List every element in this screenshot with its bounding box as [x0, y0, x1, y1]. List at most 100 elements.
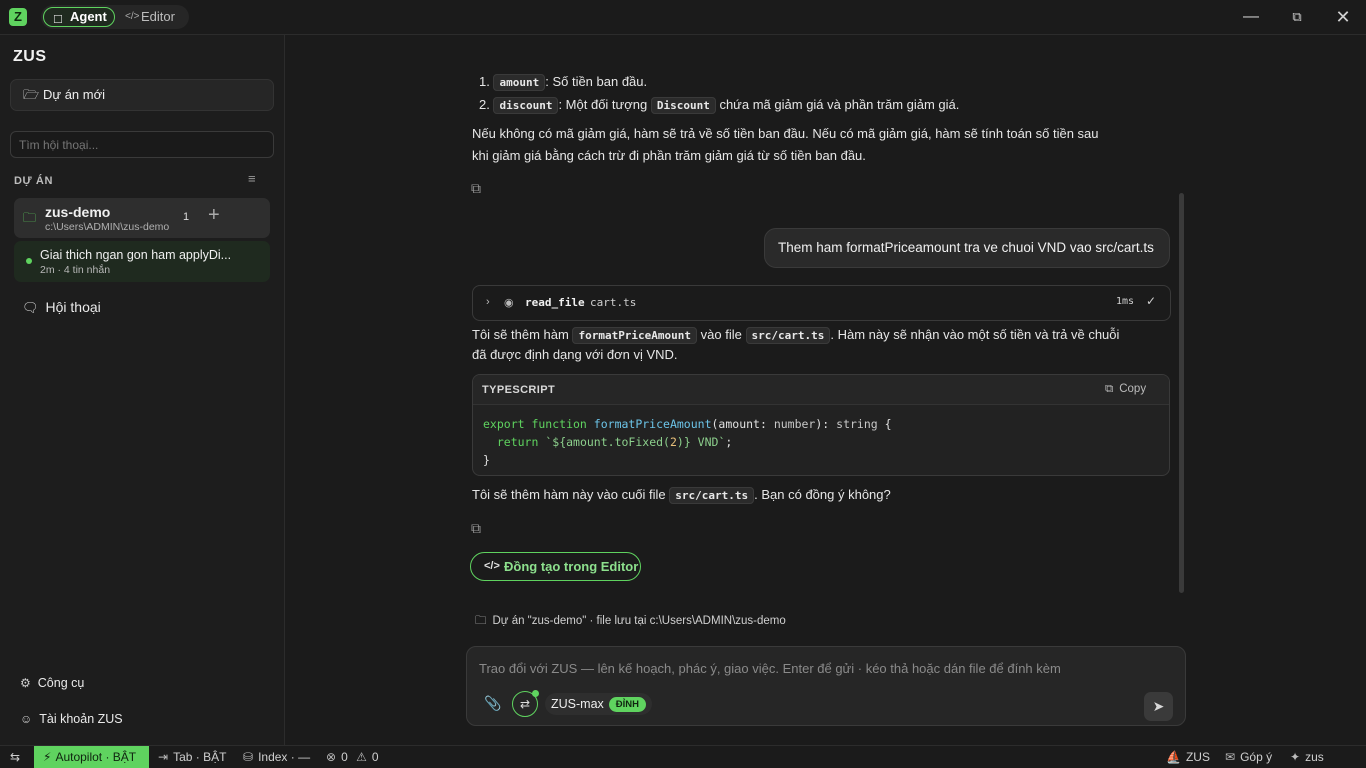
- mode-editor-label: Editor: [141, 9, 175, 24]
- code-block: TYPESCRIPT ⧉ Copy export function formatP…: [472, 374, 1170, 476]
- zus-status[interactable]: ⛵ ZUS: [1166, 746, 1210, 768]
- project-item[interactable]: 🗀 zus-demo c:\Users\ADMIN\zus-demo 1 +: [14, 198, 270, 238]
- inline-code: Discount: [650, 97, 716, 114]
- mode-agent-button[interactable]: ☐ Agent: [43, 7, 115, 27]
- project-path: c:\Users\ADMIN\zus-demo: [45, 221, 170, 233]
- sparkle-icon: ✦: [1290, 750, 1301, 764]
- code-copy-button[interactable]: ⧉ Copy: [1105, 383, 1146, 396]
- list-text: : Số tiền ban đầu.: [545, 74, 648, 89]
- project-info-text: Dự án "zus-demo" · file lưu tại c:\Users…: [492, 615, 786, 627]
- autopilot-toggle[interactable]: ⚡ Autopilot · BẬT: [34, 746, 149, 768]
- warning-count: 0: [371, 750, 379, 764]
- folder-icon: 🗀: [23, 210, 37, 225]
- list-text: chứa mã giảm giá và phần trăm giảm giá.: [719, 97, 960, 112]
- tool-call-row[interactable]: › ◉ read_file cart.ts 1ms ✓: [472, 285, 1171, 321]
- inline-code: src/cart.ts: [745, 327, 831, 344]
- mode-agent-label: Agent: [70, 9, 107, 24]
- account-link[interactable]: ☺ Tài khoản ZUS: [20, 712, 123, 726]
- inline-code: discount: [493, 97, 559, 114]
- conversation-item[interactable]: Giai thich ngan gon ham applyDi... 2m · …: [14, 241, 270, 282]
- tool-name: read_file: [525, 296, 585, 309]
- sort-icon[interactable]: ≡: [248, 171, 256, 186]
- inline-code: src/cart.ts: [669, 487, 755, 504]
- conversations-link[interactable]: 🗨 Hội thoại: [22, 299, 101, 316]
- zus-label: ZUS: [1185, 750, 1210, 764]
- text: vào file: [700, 327, 742, 342]
- copy-icon[interactable]: ⧉: [471, 520, 481, 537]
- text: . Hàm này sẽ nhận vào một số tiền và trả…: [830, 327, 1120, 342]
- code-block-header: TYPESCRIPT ⧉ Copy: [473, 375, 1169, 405]
- text: Tôi sẽ thêm hàm: [472, 327, 569, 342]
- model-badge: ĐỈNH: [608, 697, 647, 712]
- paperclip-icon[interactable]: 📎: [484, 695, 501, 712]
- minimize-icon: —: [1243, 8, 1259, 25]
- database-icon: ⛁: [243, 750, 254, 764]
- index-label: Index · —: [258, 750, 311, 764]
- inline-code: amount: [493, 74, 546, 91]
- project-name: zus-demo: [45, 204, 111, 220]
- conversation-search-input[interactable]: [10, 131, 274, 158]
- settings-sliders-button[interactable]: ⇄: [512, 690, 539, 717]
- remote-icon[interactable]: ⇆: [10, 746, 20, 768]
- tool-duration: 1ms: [1116, 296, 1135, 307]
- mode-editor-button[interactable]: </> Editor: [125, 7, 175, 27]
- error-icon: ⊗: [326, 750, 337, 764]
- user-icon: ☺: [20, 712, 33, 726]
- sidebar: ZUS 🗁 Dự án mới DỰ ÁN ≡ 🗀 zus-demo c:\Us…: [0, 35, 285, 745]
- feedback-button[interactable]: ✉ Góp ý: [1225, 746, 1272, 768]
- co-create-editor-button[interactable]: </> Đồng tạo trong Editor: [470, 552, 641, 581]
- inline-code: formatPriceAmount: [572, 327, 698, 344]
- sliders-icon: ⇄: [519, 697, 531, 711]
- chat-scrollbar[interactable]: [1179, 193, 1184, 593]
- close-icon: ✕: [1335, 7, 1351, 27]
- list-number: 1.: [479, 74, 490, 89]
- send-icon: ➤: [1152, 698, 1165, 714]
- project-conversation-count: 1: [183, 211, 190, 223]
- close-button[interactable]: ✕: [1320, 0, 1366, 35]
- assistant-paragraph: Nếu không có mã giảm giá, hàm sẽ trả về …: [472, 126, 1099, 141]
- add-conversation-icon[interactable]: +: [208, 204, 220, 227]
- new-project-button[interactable]: 🗁 Dự án mới: [10, 79, 274, 111]
- assistant-paragraph: Tôi sẽ thêm hàm này vào cuối file src/ca…: [472, 484, 891, 507]
- copy-label: Copy: [1119, 383, 1147, 395]
- minimize-button[interactable]: —: [1228, 0, 1274, 35]
- message-input[interactable]: Trao đổi với ZUS — lên kế hoạch, phác ý,…: [479, 661, 1061, 676]
- tools-label: Công cụ: [37, 676, 85, 690]
- autopilot-label: Autopilot · BẬT: [55, 750, 137, 764]
- code-icon: </>: [484, 560, 500, 572]
- zus-account-status[interactable]: ✦ zus: [1290, 746, 1324, 768]
- composer: Trao đổi với ZUS — lên kế hoạch, phác ý,…: [466, 646, 1186, 726]
- account-label: Tài khoản ZUS: [39, 712, 123, 726]
- code-content: export function formatPriceAmount(amount…: [483, 417, 892, 467]
- tab-toggle[interactable]: ⇥ Tab · BẬT: [158, 746, 226, 768]
- copy-icon: ⧉: [1105, 383, 1114, 395]
- error-count: 0: [341, 750, 348, 764]
- list-item: 2. discount: Một đối tượng Discount chứa…: [479, 94, 959, 117]
- status-bar: ⇆ ⚡ Autopilot · BẬT ⇥ Tab · BẬT ⛁ Index · —…: [0, 745, 1366, 768]
- eye-icon: ◉: [504, 297, 514, 309]
- tools-link[interactable]: ⚙ Công cụ: [20, 676, 84, 690]
- app-logo: Z: [9, 8, 27, 26]
- check-icon: ✓: [1146, 294, 1157, 308]
- user-message: Them ham formatPriceamount tra ve chuoi …: [764, 228, 1170, 268]
- index-status[interactable]: ⛁ Index · —: [243, 746, 310, 768]
- conversation-meta: 2m · 4 tin nhắn: [40, 264, 111, 276]
- projects-section-label: DỰ ÁN: [14, 175, 54, 187]
- title-bar: Z ☐ Agent </> Editor — ⧉ ✕: [0, 0, 1366, 35]
- send-button[interactable]: ➤: [1144, 692, 1173, 721]
- tools-icon: ⚙: [20, 676, 31, 690]
- code-icon: </>: [125, 11, 140, 22]
- restore-button[interactable]: ⧉: [1274, 0, 1320, 35]
- bolt-icon: ⚡: [43, 750, 52, 764]
- model-selector[interactable]: ZUS-max ĐỈNH: [545, 693, 653, 715]
- tab-label: Tab · BẬT: [173, 750, 227, 764]
- text: Tôi sẽ thêm hàm này vào cuối file: [472, 487, 666, 502]
- conversation-title: Giai thich ngan gon ham applyDi...: [40, 248, 232, 262]
- status-dot: [532, 690, 539, 697]
- chat-panel: 1. amount: Số tiền ban đầu. 2. discount:…: [286, 35, 1366, 745]
- chevron-right-icon: ›: [486, 296, 490, 308]
- copy-icon[interactable]: ⧉: [471, 180, 481, 197]
- zus-account-label: zus: [1305, 750, 1324, 764]
- mode-switch: ☐ Agent </> Editor: [41, 5, 189, 29]
- problems-status[interactable]: ⊗ 0 ⚠ 0: [326, 746, 379, 768]
